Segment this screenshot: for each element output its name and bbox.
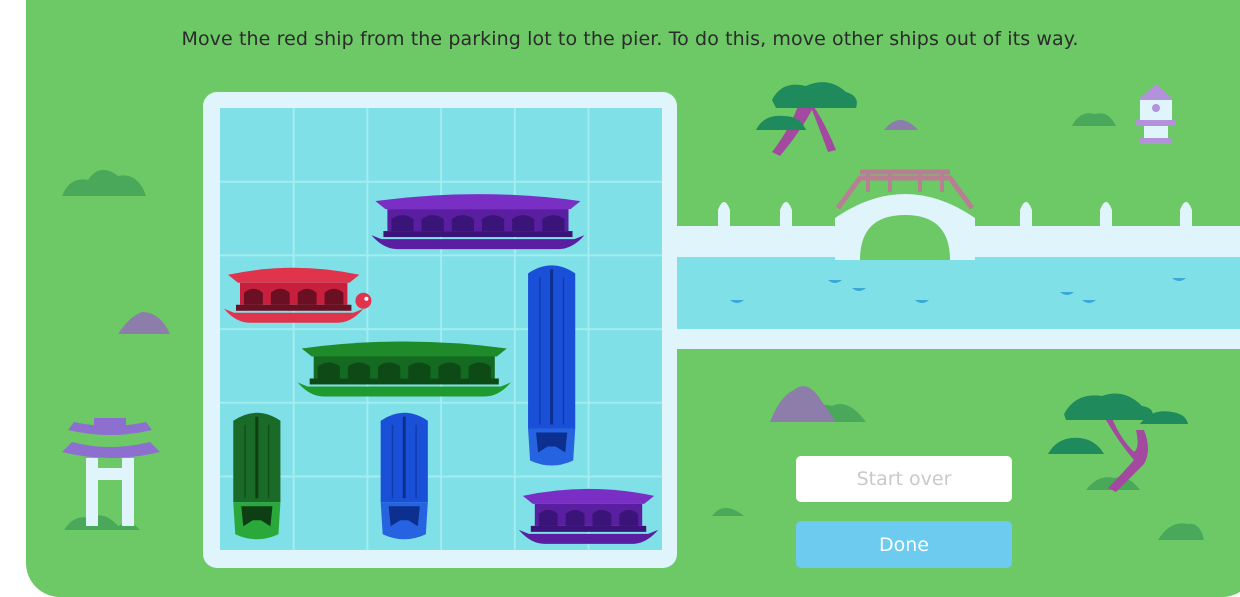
game-scene xyxy=(26,0,1240,597)
ship-darkgreen-vertical[interactable] xyxy=(233,412,281,540)
instruction-text: Move the red ship from the parking lot t… xyxy=(181,28,1079,50)
ship-green-long[interactable] xyxy=(297,341,511,397)
river-bank xyxy=(660,329,1240,349)
parking-lot-board xyxy=(203,92,677,568)
ship-blue-tall[interactable] xyxy=(528,265,576,466)
done-button[interactable]: Done xyxy=(796,521,1012,568)
ship-blue-short[interactable] xyxy=(380,412,428,540)
ship-purple-short[interactable] xyxy=(518,488,659,544)
river-channel xyxy=(660,257,1240,331)
ship-purple-long[interactable] xyxy=(371,194,585,250)
start-over-button[interactable]: Start over xyxy=(796,456,1012,502)
